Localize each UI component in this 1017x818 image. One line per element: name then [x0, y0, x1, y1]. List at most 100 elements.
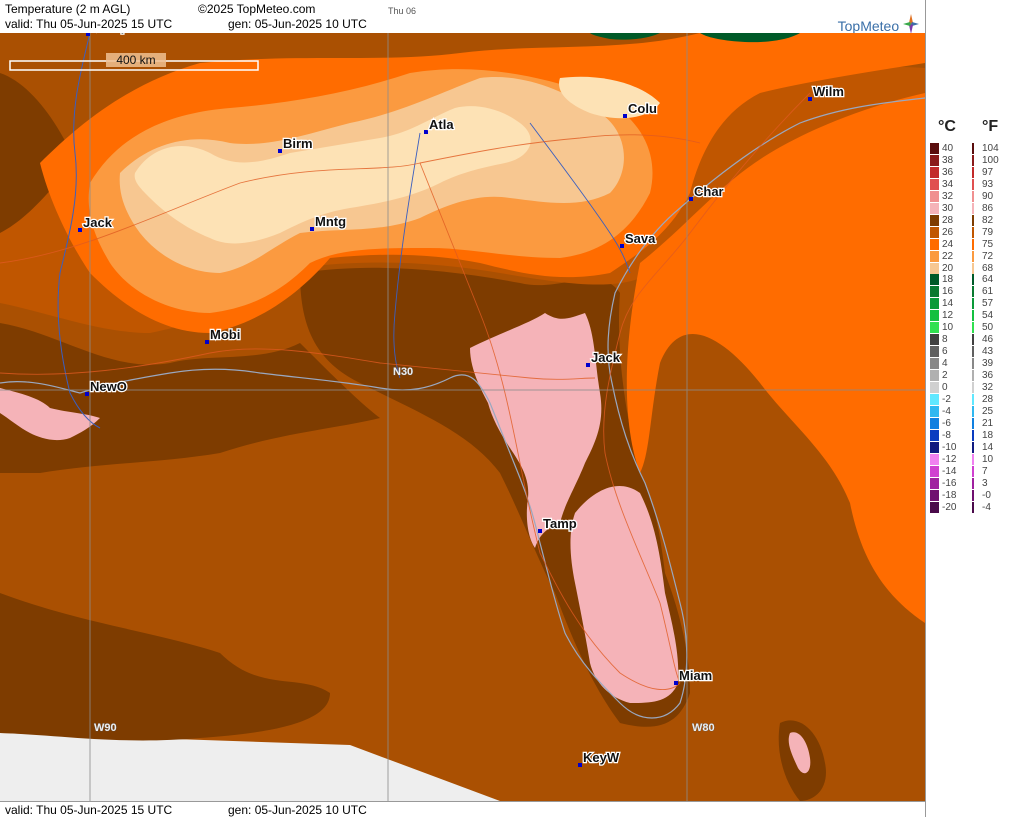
legend-swatch: [930, 442, 939, 453]
legend-celsius-value: -10: [942, 442, 957, 453]
city-label: Wilm: [813, 84, 844, 99]
city-label: Sava: [625, 231, 656, 246]
legend-swatch: [930, 322, 939, 333]
legend-celsius-value: 32: [942, 191, 954, 202]
legend-swatch-f: [972, 334, 974, 345]
city-label: NewO: [90, 379, 127, 394]
city-char[interactable]: Char: [689, 183, 725, 201]
legend-swatch: [930, 382, 939, 393]
temperature-map[interactable]: N30 W90 W80 400 km Memp Birm Atla Colu Wilm C…: [0, 33, 925, 801]
city-birm[interactable]: Birm: [278, 135, 314, 153]
city-marker: [424, 130, 428, 134]
legend-fahrenheit-value: 18: [982, 430, 994, 441]
legend-swatch: [930, 286, 939, 297]
legend-celsius-value: -18: [942, 490, 957, 501]
city-wilm[interactable]: Wilm: [808, 83, 845, 101]
legend-swatch: [930, 251, 939, 262]
legend-celsius-value: -4: [942, 406, 951, 417]
legend-celsius-value: 8: [942, 334, 948, 345]
temperature-legend: °C °F 40 104 38 100 36 97 34 93 32 90 30 86 28 82 26 79…: [925, 0, 1017, 817]
city-mobi[interactable]: Mobi: [205, 326, 242, 344]
map-canvas: N30 W90 W80 400 km Memp Birm Atla Colu Wilm C…: [0, 33, 925, 801]
map-title: Temperature (2 m AGL): [5, 2, 131, 16]
legend-celsius-value: 14: [942, 298, 954, 309]
legend-fahrenheit-value: 68: [982, 263, 994, 274]
scale-bar-label: 400 km: [116, 53, 155, 67]
brand-name: TopMeteo: [837, 18, 900, 34]
legend-celsius-value: 22: [942, 251, 954, 262]
legend-fahrenheit-unit: °F: [982, 118, 999, 135]
legend-celsius-value: 20: [942, 263, 954, 274]
grid-label-lat: N30: [393, 366, 413, 378]
city-label: Miam: [679, 668, 712, 683]
legend-swatch-f: [972, 143, 974, 154]
legend-swatch-f: [972, 478, 974, 489]
city-marker: [310, 227, 314, 231]
legend-swatch: [930, 406, 939, 417]
legend-swatch-f: [972, 346, 974, 357]
legend-swatch-f: [972, 239, 974, 250]
city-label: Birm: [283, 136, 313, 151]
legend-swatch: [930, 430, 939, 441]
legend-swatch: [930, 478, 939, 489]
city-marker: [808, 97, 812, 101]
legend-swatch: [930, 179, 939, 190]
legend-swatch: [930, 502, 939, 513]
legend-swatch: [930, 203, 939, 214]
legend-celsius-value: -14: [942, 466, 957, 477]
legend-fahrenheit-value: 25: [982, 406, 994, 417]
legend-fahrenheit-value: 54: [982, 310, 994, 321]
compass-icon: [903, 14, 919, 34]
brand-logo: TopMeteo: [838, 14, 919, 34]
legend-celsius-value: -6: [942, 418, 951, 429]
legend-celsius-value: 24: [942, 239, 954, 250]
legend-swatch-f: [972, 167, 974, 178]
legend-swatch: [930, 358, 939, 369]
footer-bar: valid: Thu 05-Jun-2025 15 UTC gen: 05-Ju…: [0, 801, 925, 818]
city-marker: [538, 529, 542, 533]
city-jackfl[interactable]: Jack: [586, 349, 622, 367]
city-label: Atla: [429, 117, 454, 132]
city-miam[interactable]: Miam: [674, 667, 713, 685]
legend-fahrenheit-value: 50: [982, 322, 994, 333]
legend-swatch: [930, 239, 939, 250]
city-label: Tamp: [543, 516, 577, 531]
legend-celsius-value: 36: [942, 167, 954, 178]
legend-fahrenheit-value: 43: [982, 346, 994, 357]
city-colu[interactable]: Colu: [623, 100, 658, 118]
legend-fahrenheit-value: 36: [982, 370, 994, 381]
legend-fahrenheit-value: -0: [982, 490, 991, 501]
city-label: Jack: [591, 350, 621, 365]
legend-swatch-f: [972, 310, 974, 321]
city-label: Jack: [83, 215, 113, 230]
legend-swatch: [930, 274, 939, 285]
legend-swatch: [930, 394, 939, 405]
city-jackms[interactable]: Jack: [78, 214, 114, 232]
legend-fahrenheit-value: 46: [982, 334, 994, 345]
legend-celsius-value: 38: [942, 155, 954, 166]
legend-fahrenheit-value: 79: [982, 227, 994, 238]
city-newo[interactable]: NewO: [85, 378, 128, 396]
city-atla[interactable]: Atla: [424, 116, 456, 134]
legend-swatch-f: [972, 179, 974, 190]
city-mntg[interactable]: Mntg: [310, 213, 347, 231]
legend-swatch: [930, 167, 939, 178]
city-sava[interactable]: Sava: [620, 230, 657, 248]
legend-swatch: [930, 490, 939, 501]
legend-fahrenheit-value: 104: [982, 143, 999, 154]
legend-swatch-f: [972, 322, 974, 333]
legend-celsius-value: 0: [942, 382, 948, 393]
city-tamp[interactable]: Tamp: [538, 515, 578, 533]
legend-swatch-f: [972, 203, 974, 214]
legend-celsius-value: 6: [942, 346, 948, 357]
legend-swatch: [930, 191, 939, 202]
legend-swatch-f: [972, 298, 974, 309]
legend-swatch-f: [972, 502, 974, 513]
city-marker: [674, 681, 678, 685]
city-keyw[interactable]: KeyW: [578, 749, 621, 767]
day-label: Thu 06: [388, 6, 417, 16]
legend-swatch: [930, 370, 939, 381]
legend-fahrenheit-value: 57: [982, 298, 994, 309]
city-marker: [689, 197, 693, 201]
legend-fahrenheit-value: 39: [982, 358, 994, 369]
